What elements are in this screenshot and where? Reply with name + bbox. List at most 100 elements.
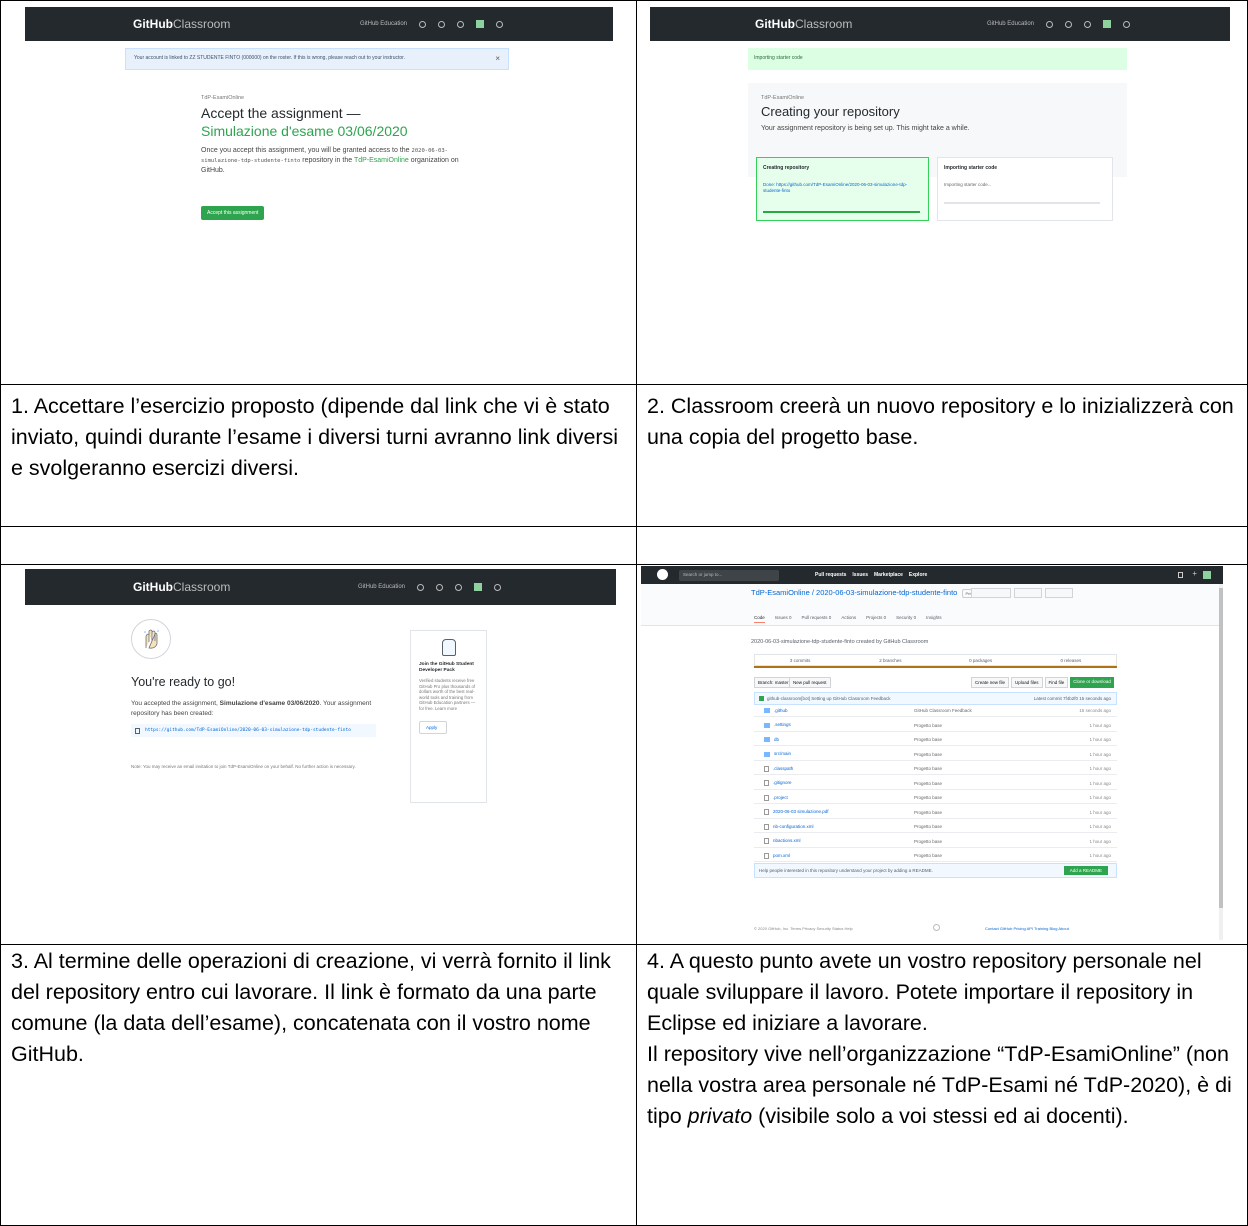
signout-icon[interactable] xyxy=(494,583,501,591)
bell-icon[interactable] xyxy=(1065,20,1072,28)
github-logo-icon[interactable] xyxy=(657,569,668,580)
file-name[interactable]: pom.xml xyxy=(754,852,914,859)
tab-actions[interactable]: Actions xyxy=(841,615,856,623)
fork-button[interactable] xyxy=(1045,588,1073,598)
table-row[interactable]: pom.xml Progetto base 1 hour ago xyxy=(754,850,1117,862)
table-row[interactable]: nbactions.xml Progetto base 1 hour ago xyxy=(754,836,1117,848)
file-name[interactable]: 2020-06-03 simulazione.pdf xyxy=(754,809,914,815)
avatar[interactable] xyxy=(1103,20,1111,28)
file-name[interactable]: .settings xyxy=(754,722,914,728)
new-pull-request-button[interactable]: New pull request xyxy=(789,677,831,688)
table-row[interactable]: .project Progetto base 1 hour ago xyxy=(754,792,1117,804)
readme-prompt: Help people interested in this repositor… xyxy=(754,863,1117,878)
commit-message[interactable]: Progetto base xyxy=(914,824,1067,829)
commit-message[interactable]: Progetto base xyxy=(914,839,1067,844)
upload-files-button[interactable]: Upload files xyxy=(1011,677,1043,688)
education-link[interactable]: GitHub Education xyxy=(358,584,405,590)
commit-age: 1 hour ago xyxy=(1089,751,1111,757)
commit-message[interactable]: Progetto base xyxy=(914,752,1067,757)
repository-url[interactable]: https://github.com/TdP-EsamiOnline/2020-… xyxy=(131,724,376,737)
tab-pull-requests[interactable]: Pull requests 0 xyxy=(802,615,832,623)
commit-age: 1 hour ago xyxy=(1089,722,1111,728)
nav-issues[interactable]: Issues xyxy=(852,572,868,578)
activity-icon[interactable] xyxy=(1046,20,1053,28)
file-name[interactable]: .github xyxy=(754,708,914,714)
close-icon[interactable]: × xyxy=(495,54,500,63)
avatar[interactable] xyxy=(474,583,482,591)
stat-packages[interactable]: 0 packages xyxy=(936,658,1026,663)
education-link[interactable]: GitHub Education xyxy=(987,21,1034,27)
creating-repository-card: Creating repository Done: https://github… xyxy=(756,157,929,221)
search-input[interactable]: Search or jump to... xyxy=(679,569,779,581)
commit-message[interactable]: Progetto base xyxy=(914,737,1067,742)
bell-icon[interactable] xyxy=(436,583,443,591)
tab-insights[interactable]: Insights xyxy=(926,615,942,623)
import-banner: Importing starter code xyxy=(748,48,1127,70)
repo-path[interactable]: TdP-EsamiOnline / 2020-06-03-simulazione… xyxy=(751,588,981,598)
nav-pull-requests[interactable]: Pull requests xyxy=(815,572,846,578)
table-row[interactable]: nb-configuration.xml Progetto base 1 hour … xyxy=(754,821,1117,833)
branch-select[interactable]: Branch: master xyxy=(754,677,793,688)
file-name[interactable]: .project xyxy=(754,794,914,801)
avatar[interactable] xyxy=(476,20,484,28)
file-name[interactable]: src/main xyxy=(754,751,914,757)
clone-button[interactable]: Clone or download xyxy=(1070,677,1114,688)
file-name[interactable]: .gitignore xyxy=(754,780,914,786)
table-row[interactable]: .classpath Progetto base 1 hour ago xyxy=(754,763,1117,775)
stat-releases[interactable]: 0 releases xyxy=(1026,658,1116,663)
bell-icon[interactable] xyxy=(1178,572,1183,578)
table-row-divider xyxy=(0,384,1248,385)
classroom-header: GitHubClassroom GitHub Education xyxy=(650,7,1230,41)
watch-button[interactable] xyxy=(971,588,1011,598)
commit-message[interactable]: Progetto base xyxy=(914,781,1067,786)
settings-icon[interactable] xyxy=(457,20,464,28)
email-note: Note: You may receive an email invitatio… xyxy=(131,764,356,769)
star-button[interactable] xyxy=(1014,588,1042,598)
find-file-button[interactable]: Find file xyxy=(1044,677,1069,688)
screenshot-repository-page: Search or jump to... Pull requests Issue… xyxy=(641,566,1223,942)
commit-message[interactable]: Progetto base xyxy=(914,853,1067,858)
accept-description: Once you accept this assignment, you wil… xyxy=(201,147,459,174)
table-row[interactable]: 2020-06-03 simulazione.pdf Progetto base 1… xyxy=(754,807,1117,819)
table-row[interactable]: .settings Progetto base 1 hour ago xyxy=(754,720,1117,732)
table-row[interactable]: db Progetto base 1 hour ago xyxy=(754,734,1117,746)
commit-message[interactable]: Progetto base xyxy=(914,723,1067,728)
tab-issues[interactable]: Issues 0 xyxy=(775,615,792,623)
commit-message[interactable]: Progetto base xyxy=(914,795,1067,800)
stat-commits[interactable]: 3 commits xyxy=(755,658,845,663)
tab-security[interactable]: Security 0 xyxy=(896,615,916,623)
settings-icon[interactable] xyxy=(455,583,462,591)
accept-assignment-button[interactable]: Accept this assignment xyxy=(201,206,265,220)
commit-message[interactable]: GitHub Classroom Feedback xyxy=(914,708,1067,713)
add-readme-button[interactable]: Add a README xyxy=(1063,866,1108,875)
file-name[interactable]: db xyxy=(754,737,914,743)
file-name[interactable]: nb-configuration.xml xyxy=(754,823,914,830)
file-name[interactable]: .classpath xyxy=(754,765,914,772)
file-name[interactable]: nbactions.xml xyxy=(754,838,914,844)
nav-explore[interactable]: Explore xyxy=(909,572,927,578)
stat-branches[interactable]: 2 branches xyxy=(845,658,935,663)
avatar[interactable] xyxy=(1203,571,1211,579)
education-link[interactable]: GitHub Education xyxy=(360,21,407,27)
commit-message[interactable]: Progetto base xyxy=(914,810,1067,815)
repo-stats: 3 commits 2 branches 0 packages 0 releas… xyxy=(754,654,1117,666)
signout-icon[interactable] xyxy=(496,20,503,28)
signout-icon[interactable] xyxy=(1123,20,1130,28)
apply-button[interactable]: Apply xyxy=(419,721,447,734)
commit-message[interactable]: Progetto base xyxy=(914,766,1067,771)
nav-marketplace[interactable]: Marketplace xyxy=(874,572,903,578)
tab-projects[interactable]: Projects 0 xyxy=(866,615,886,623)
scrollbar-thumb[interactable] xyxy=(1219,588,1223,908)
activity-icon[interactable] xyxy=(417,583,424,591)
create-file-button[interactable]: Create new file xyxy=(971,677,1010,688)
plus-icon[interactable]: + xyxy=(1192,569,1197,578)
settings-icon[interactable] xyxy=(1084,20,1091,28)
table-row[interactable]: .gitignore Progetto base 1 hour ago xyxy=(754,778,1117,790)
activity-icon[interactable] xyxy=(419,20,426,28)
table-row[interactable]: src/main Progetto base 1 hour ago xyxy=(754,749,1117,761)
bell-icon[interactable] xyxy=(438,20,445,28)
table-row[interactable]: .github GitHub Classroom Feedback 15 secon… xyxy=(754,705,1117,717)
scrollbar[interactable] xyxy=(1219,584,1223,940)
footer-github-icon xyxy=(933,924,940,931)
tab-code[interactable]: Code xyxy=(754,615,765,623)
